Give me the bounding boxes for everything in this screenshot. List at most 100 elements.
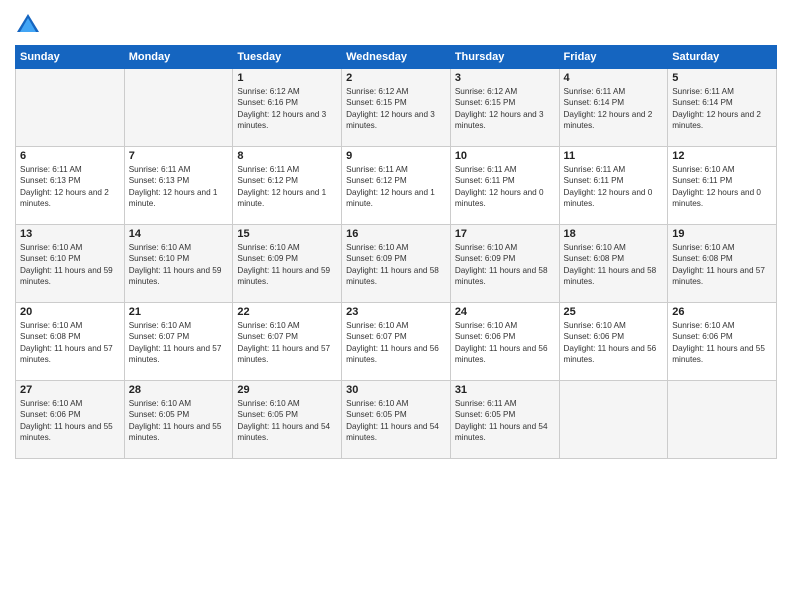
header-thursday: Thursday (450, 46, 559, 69)
day-info: Sunrise: 6:10 AMSunset: 6:10 PMDaylight:… (129, 242, 229, 288)
page: SundayMondayTuesdayWednesdayThursdayFrid… (0, 0, 792, 612)
header (15, 10, 777, 37)
day-number: 4 (564, 72, 664, 84)
day-number: 13 (20, 228, 120, 240)
day-info: Sunrise: 6:10 AMSunset: 6:05 PMDaylight:… (237, 398, 337, 444)
calendar-cell: 31 Sunrise: 6:11 AMSunset: 6:05 PMDayligh… (450, 381, 559, 459)
day-info: Sunrise: 6:10 AMSunset: 6:10 PMDaylight:… (20, 242, 120, 288)
calendar-cell (559, 381, 668, 459)
day-info: Sunrise: 6:11 AMSunset: 6:14 PMDaylight:… (564, 86, 664, 132)
day-info: Sunrise: 6:10 AMSunset: 6:05 PMDaylight:… (346, 398, 446, 444)
calendar-cell: 18Sunrise: 6:10 AMSunset: 6:08 PMDayligh… (559, 225, 668, 303)
day-number: 2 (346, 72, 446, 84)
calendar-cell: 6 Sunrise: 6:11 AMSunset: 6:13 PMDaylight… (16, 147, 125, 225)
calendar-cell: 11Sunrise: 6:11 AMSunset: 6:11 PMDayligh… (559, 147, 668, 225)
week-row-5: 27 Sunrise: 6:10 AMSunset: 6:06 PMDayligh… (16, 381, 777, 459)
day-number: 8 (237, 150, 337, 162)
day-info: Sunrise: 6:10 AMSunset: 6:07 PMDaylight:… (346, 320, 446, 366)
calendar-cell: 4 Sunrise: 6:11 AMSunset: 6:14 PMDaylight… (559, 69, 668, 147)
day-number: 28 (129, 384, 229, 396)
day-number: 16 (346, 228, 446, 240)
day-info: Sunrise: 6:11 AMSunset: 6:12 PMDaylight:… (346, 164, 446, 210)
day-info: Sunrise: 6:10 AMSunset: 6:09 PMDaylight:… (455, 242, 555, 288)
day-info: Sunrise: 6:11 AMSunset: 6:11 PMDaylight:… (455, 164, 555, 210)
calendar-cell: 3 Sunrise: 6:12 AMSunset: 6:15 PMDaylight… (450, 69, 559, 147)
week-row-2: 6 Sunrise: 6:11 AMSunset: 6:13 PMDaylight… (16, 147, 777, 225)
calendar-cell: 23 Sunrise: 6:10 AMSunset: 6:07 PMDayligh… (342, 303, 451, 381)
day-number: 3 (455, 72, 555, 84)
calendar-cell (16, 69, 125, 147)
day-number: 15 (237, 228, 337, 240)
day-info: Sunrise: 6:11 AMSunset: 6:13 PMDaylight:… (129, 164, 229, 210)
calendar-cell: 25Sunrise: 6:10 AMSunset: 6:06 PMDayligh… (559, 303, 668, 381)
calendar-cell: 30 Sunrise: 6:10 AMSunset: 6:05 PMDayligh… (342, 381, 451, 459)
header-saturday: Saturday (668, 46, 777, 69)
day-info: Sunrise: 6:10 AMSunset: 6:06 PMDaylight:… (672, 320, 772, 366)
calendar-cell (668, 381, 777, 459)
calendar-cell: 8 Sunrise: 6:11 AMSunset: 6:12 PMDaylight… (233, 147, 342, 225)
day-number: 25 (564, 306, 664, 318)
calendar-cell: 24 Sunrise: 6:10 AMSunset: 6:06 PMDayligh… (450, 303, 559, 381)
day-number: 12 (672, 150, 772, 162)
day-number: 20 (20, 306, 120, 318)
day-number: 18 (564, 228, 664, 240)
day-info: Sunrise: 6:10 AMSunset: 6:06 PMDaylight:… (20, 398, 120, 444)
day-number: 14 (129, 228, 229, 240)
calendar-cell: 7 Sunrise: 6:11 AMSunset: 6:13 PMDaylight… (124, 147, 233, 225)
day-number: 30 (346, 384, 446, 396)
calendar-cell: 17Sunrise: 6:10 AMSunset: 6:09 PMDayligh… (450, 225, 559, 303)
day-number: 23 (346, 306, 446, 318)
day-info: Sunrise: 6:11 AMSunset: 6:14 PMDaylight:… (672, 86, 772, 132)
day-number: 5 (672, 72, 772, 84)
calendar-cell: 9 Sunrise: 6:11 AMSunset: 6:12 PMDaylight… (342, 147, 451, 225)
header-tuesday: Tuesday (233, 46, 342, 69)
calendar-cell: 16 Sunrise: 6:10 AMSunset: 6:09 PMDayligh… (342, 225, 451, 303)
day-info: Sunrise: 6:10 AMSunset: 6:08 PMDaylight:… (20, 320, 120, 366)
day-info: Sunrise: 6:10 AMSunset: 6:07 PMDaylight:… (129, 320, 229, 366)
calendar-cell: 22 Sunrise: 6:10 AMSunset: 6:07 PMDayligh… (233, 303, 342, 381)
day-number: 19 (672, 228, 772, 240)
day-number: 29 (237, 384, 337, 396)
header-monday: Monday (124, 46, 233, 69)
calendar-cell: 27 Sunrise: 6:10 AMSunset: 6:06 PMDayligh… (16, 381, 125, 459)
day-info: Sunrise: 6:10 AMSunset: 6:05 PMDaylight:… (129, 398, 229, 444)
day-number: 1 (237, 72, 337, 84)
calendar-cell: 15 Sunrise: 6:10 AMSunset: 6:09 PMDayligh… (233, 225, 342, 303)
day-number: 6 (20, 150, 120, 162)
calendar-table: SundayMondayTuesdayWednesdayThursdayFrid… (15, 45, 777, 459)
calendar-cell: 12 Sunrise: 6:10 AMSunset: 6:11 PMDayligh… (668, 147, 777, 225)
day-info: Sunrise: 6:12 AMSunset: 6:15 PMDaylight:… (455, 86, 555, 132)
day-info: Sunrise: 6:10 AMSunset: 6:06 PMDaylight:… (455, 320, 555, 366)
header-wednesday: Wednesday (342, 46, 451, 69)
header-friday: Friday (559, 46, 668, 69)
day-number: 22 (237, 306, 337, 318)
day-number: 7 (129, 150, 229, 162)
day-info: Sunrise: 6:11 AMSunset: 6:12 PMDaylight:… (237, 164, 337, 210)
day-info: Sunrise: 6:10 AMSunset: 6:09 PMDaylight:… (346, 242, 446, 288)
day-info: Sunrise: 6:11 AMSunset: 6:13 PMDaylight:… (20, 164, 120, 210)
calendar-cell: 1Sunrise: 6:12 AMSunset: 6:16 PMDaylight… (233, 69, 342, 147)
calendar-cell (124, 69, 233, 147)
day-number: 27 (20, 384, 120, 396)
calendar-cell: 5 Sunrise: 6:11 AMSunset: 6:14 PMDaylight… (668, 69, 777, 147)
day-number: 31 (455, 384, 555, 396)
day-number: 26 (672, 306, 772, 318)
day-info: Sunrise: 6:10 AMSunset: 6:07 PMDaylight:… (237, 320, 337, 366)
calendar-cell: 19 Sunrise: 6:10 AMSunset: 6:08 PMDayligh… (668, 225, 777, 303)
calendar-cell: 21 Sunrise: 6:10 AMSunset: 6:07 PMDayligh… (124, 303, 233, 381)
day-number: 11 (564, 150, 664, 162)
calendar-cell: 28 Sunrise: 6:10 AMSunset: 6:05 PMDayligh… (124, 381, 233, 459)
logo (15, 14, 43, 37)
week-row-1: 1Sunrise: 6:12 AMSunset: 6:16 PMDaylight… (16, 69, 777, 147)
day-info: Sunrise: 6:10 AMSunset: 6:08 PMDaylight:… (672, 242, 772, 288)
day-info: Sunrise: 6:12 AMSunset: 6:15 PMDaylight:… (346, 86, 446, 132)
day-number: 9 (346, 150, 446, 162)
header-sunday: Sunday (16, 46, 125, 69)
day-info: Sunrise: 6:11 AMSunset: 6:05 PMDaylight:… (455, 398, 555, 444)
calendar-cell: 13 Sunrise: 6:10 AMSunset: 6:10 PMDayligh… (16, 225, 125, 303)
day-number: 21 (129, 306, 229, 318)
calendar-header-row: SundayMondayTuesdayWednesdayThursdayFrid… (16, 46, 777, 69)
day-info: Sunrise: 6:10 AMSunset: 6:11 PMDaylight:… (672, 164, 772, 210)
day-info: Sunrise: 6:10 AMSunset: 6:09 PMDaylight:… (237, 242, 337, 288)
day-number: 24 (455, 306, 555, 318)
